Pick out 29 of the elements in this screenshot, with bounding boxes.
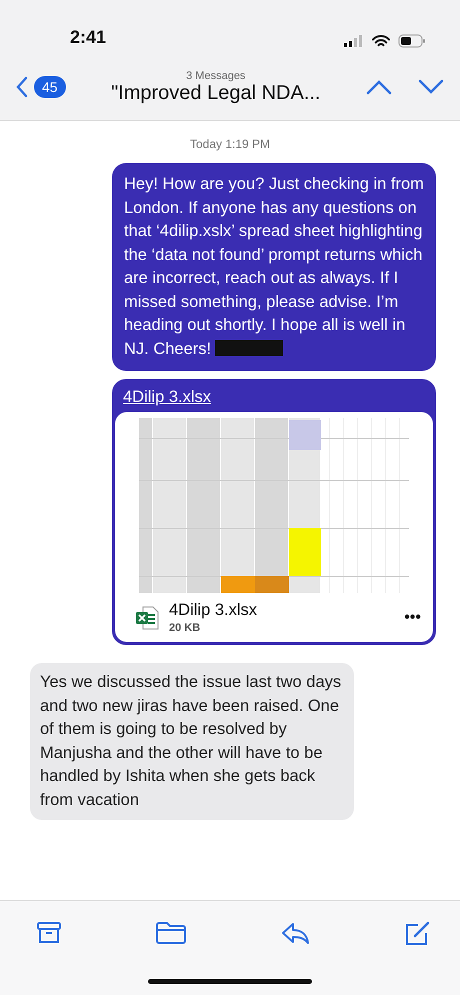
next-message-button[interactable] (418, 79, 444, 95)
wifi-icon (372, 34, 390, 48)
attachment-card[interactable]: 4Dilip 3.xlsx 4Dilip 3.xlsx 20 KB ••• (112, 379, 436, 645)
move-to-folder-button[interactable] (155, 921, 188, 947)
message-count: 3 Messages (186, 70, 246, 82)
battery-icon (398, 34, 426, 48)
received-message: Yes we discussed the issue last two days and two new jiras have been raised. One of them is going to be resolved by Manjusha and the other will have to be handled by Ishita when she gets back from vacation (30, 663, 354, 820)
chevron-down-icon (418, 79, 444, 95)
signal-icon (344, 35, 364, 47)
file-size: 20 KB (169, 622, 202, 634)
attachment-link[interactable]: 4Dilip 3.xlsx (115, 382, 220, 412)
compose-icon (404, 921, 432, 947)
spreadsheet-file-icon (135, 604, 159, 630)
archive-icon (36, 921, 62, 945)
sent-message: Hey! How are you? Just checking in from London. If anyone has any questions on that ‘4dilip.xslx’ spread sheet highlighting the ‘data not found’ prompt returns which are incorrect, reach out as always. If I missed something, please advise. I’m heading out shortly. I hope all is well in NJ. Cheers! (112, 163, 436, 371)
thread-subject: "Improved Legal NDA... (111, 82, 320, 104)
chevron-left-icon (16, 76, 28, 98)
previous-message-button[interactable] (366, 79, 392, 95)
file-name: 4Dilip 3.xlsx (169, 601, 258, 620)
more-button[interactable]: ••• (404, 608, 421, 626)
compose-button[interactable] (404, 921, 432, 947)
folder-icon (155, 921, 188, 945)
status-time: 2:41 (70, 27, 106, 48)
message-timestamp: Today 1:19 PM (190, 137, 270, 151)
unread-count-badge: 45 (34, 76, 66, 98)
reply-button[interactable] (280, 921, 311, 947)
chevron-up-icon (366, 79, 392, 95)
back-button[interactable]: 45 (16, 76, 66, 98)
reply-icon (280, 921, 311, 945)
